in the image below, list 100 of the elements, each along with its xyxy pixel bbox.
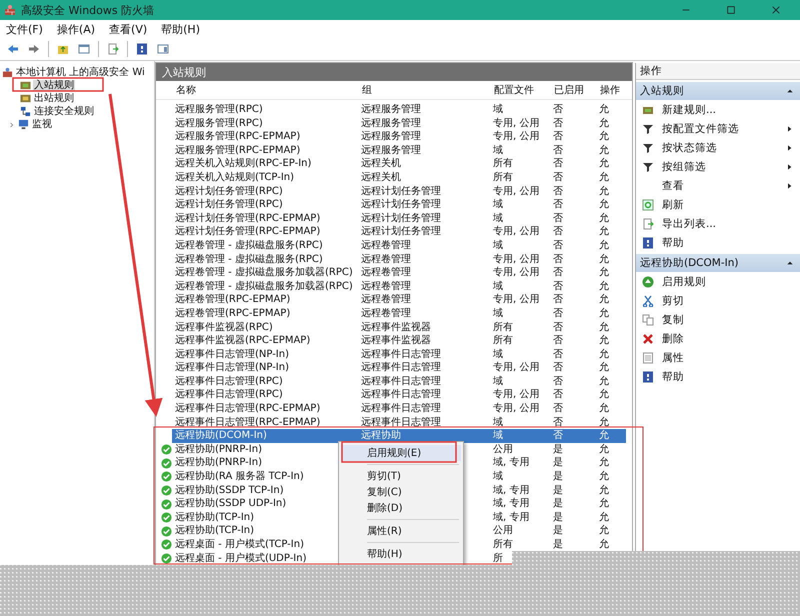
table-cell[interactable]: 远程服务管理(RPC) <box>172 116 358 130</box>
table-cell-text: 公用 <box>492 524 514 538</box>
column-header[interactable]: 组 <box>358 83 490 97</box>
table-cell-text: 允 <box>598 524 610 538</box>
check-icon <box>161 484 172 496</box>
section-header[interactable]: 远程协助(DCOM-In) <box>636 254 800 272</box>
table-cell[interactable]: 远程卷管理(RPC-EPMAP) <box>172 293 358 307</box>
action-item[interactable]: 查看 <box>636 176 800 195</box>
delete-icon <box>642 332 654 344</box>
table-cell: 否 <box>550 429 596 443</box>
menu-item[interactable]: 帮助(H) <box>161 22 200 36</box>
table-cell-text: 允 <box>598 103 610 117</box>
table-cell-text: 否 <box>552 388 564 402</box>
table-cell-text: 域 <box>492 306 504 320</box>
table-cell[interactable]: 远程事件日志管理(NP-In) <box>172 348 358 362</box>
folder-icon <box>57 43 69 55</box>
action-item[interactable]: 属性 <box>636 348 800 367</box>
table-cell-text: 远程卷管理 <box>360 306 412 320</box>
action-item[interactable]: 帮助 <box>636 233 800 252</box>
table-cell-text: 远程卷管理 <box>360 266 412 280</box>
column-header[interactable]: 操作 <box>596 83 626 97</box>
table-cell-text: 允 <box>598 306 610 320</box>
menu-item[interactable]: 查看(V) <box>109 22 148 36</box>
table-cell[interactable]: 远程卷管理 - 虚拟磁盘服务加载器(RPC) <box>172 266 358 280</box>
column-header[interactable]: 名称 <box>172 83 358 97</box>
column-header[interactable]: 配置文件 <box>490 83 550 97</box>
table-cell-text: 域 <box>492 103 504 117</box>
table-cell-text: 是 <box>552 538 564 552</box>
tree-item[interactable]: 出站规则 <box>33 93 75 104</box>
table-cell-text: 专用, 公用 <box>492 184 540 198</box>
table-cell[interactable]: 远程计划任务管理(RPC-EPMAP) <box>172 212 358 226</box>
action-item[interactable]: 剪切 <box>636 291 800 310</box>
menu-item[interactable]: 复制(C) <box>341 484 461 500</box>
table-cell-text: 否 <box>552 252 564 266</box>
table-cell[interactable]: 远程服务管理(RPC) <box>172 103 358 117</box>
table-cell-text: 专用, 公用 <box>492 252 540 266</box>
table-cell[interactable]: 远程事件日志管理(NP-In) <box>172 361 358 375</box>
action-item[interactable]: 删除 <box>636 329 800 348</box>
menu-item[interactable]: 帮助(H) <box>341 546 461 562</box>
table-cell-text: 专用, 公用 <box>492 361 540 375</box>
table-cell[interactable]: 远程关机入站规则(TCP-In) <box>172 170 358 185</box>
table-cell-text: 否 <box>552 198 564 212</box>
table-cell-text: 远程卷管理 <box>360 293 412 307</box>
table-cell-text: 域 <box>492 416 504 430</box>
table-cell[interactable]: 远程计划任务管理(RPC-EPMAP) <box>172 225 358 239</box>
table-cell-text: 否 <box>552 184 564 198</box>
menu-item[interactable]: 剪切(T) <box>341 468 461 484</box>
menu-item[interactable]: 文件(F) <box>6 22 43 36</box>
table-cell[interactable]: 远程事件日志管理(RPC) <box>172 388 358 402</box>
action-item[interactable]: 按状态筛选 <box>636 138 800 157</box>
action-item[interactable]: 按组筛选 <box>636 157 800 176</box>
tree-item[interactable]: 入站规则 <box>33 80 75 91</box>
table-cell[interactable]: 远程服务管理(RPC-EPMAP) <box>172 130 358 144</box>
column-header[interactable]: 已启用 <box>550 83 596 97</box>
table-cell-text: 域 <box>492 280 504 294</box>
copy-icon <box>642 314 654 326</box>
table-cell[interactable]: 远程事件日志管理(RPC-EPMAP) <box>172 416 358 430</box>
table-cell[interactable]: 远程卷管理(RPC-EPMAP) <box>172 306 358 320</box>
action-item[interactable]: 刷新 <box>636 195 800 214</box>
table-cell-text: 域, 专用 <box>492 456 530 470</box>
submenu-arrow-icon <box>786 162 794 170</box>
table-cell[interactable]: 远程事件日志管理(RPC-EPMAP) <box>172 402 358 416</box>
section-header[interactable]: 入站规则 <box>636 82 800 100</box>
table-cell[interactable]: 远程事件日志管理(RPC) <box>172 374 358 388</box>
panel-icon <box>78 43 90 55</box>
tree-item[interactable]: 监视 <box>31 119 53 130</box>
menu-item[interactable]: 属性(R) <box>341 523 461 539</box>
table-cell[interactable]: 远程事件监视器(RPC) <box>172 320 358 334</box>
action-item[interactable]: 帮助 <box>636 367 800 386</box>
table-cell-text: 远程事件日志管理 <box>360 388 442 402</box>
table-cell[interactable]: 远程计划任务管理(RPC) <box>172 184 358 198</box>
table-cell[interactable]: 远程卷管理 - 虚拟磁盘服务加载器(RPC) <box>172 280 358 294</box>
table-cell-text: 专用, 公用 <box>492 130 540 144</box>
action-item[interactable]: 导出列表... <box>636 214 800 233</box>
table-cell[interactable]: 远程卷管理 - 虚拟磁盘服务(RPC) <box>172 252 358 266</box>
action-item[interactable]: 复制 <box>636 310 800 329</box>
table-cell-text: 域 <box>492 144 504 158</box>
menu-item[interactable]: 删除(D) <box>341 500 461 516</box>
table-cell-text: 允 <box>598 334 610 348</box>
menu-item[interactable]: 操作(A) <box>56 22 96 36</box>
panel-icon <box>157 43 169 55</box>
action-item[interactable]: 按配置文件筛选 <box>636 119 800 138</box>
table-cell[interactable]: 远程计划任务管理(RPC) <box>172 198 358 212</box>
tree-item[interactable]: 本地计算机 上的高级安全 Wi <box>15 67 146 78</box>
table-cell-text: 域 <box>492 470 504 484</box>
table-cell[interactable]: 远程服务管理(RPC-EPMAP) <box>172 144 358 158</box>
table-cell[interactable]: 远程协助(DCOM-In) <box>172 429 358 443</box>
table-cell[interactable]: 远程事件监视器(RPC-EPMAP) <box>172 334 358 348</box>
tree-item[interactable]: 连接安全规则 <box>33 106 95 117</box>
check-icon <box>161 552 172 564</box>
action-item[interactable]: 新建规则... <box>636 100 800 119</box>
submenu-arrow-icon <box>786 182 794 190</box>
table-cell[interactable]: 远程卷管理 - 虚拟磁盘服务(RPC) <box>172 238 358 253</box>
action-item[interactable]: 启用规则 <box>636 272 800 291</box>
table-cell-text: 否 <box>552 144 564 158</box>
table-cell-text: 远程事件日志管理 <box>360 361 442 375</box>
table-cell[interactable]: 远程关机入站规则(RPC-EP-In) <box>172 157 358 171</box>
table-cell-text: 域 <box>492 198 504 212</box>
menu-item[interactable]: 启用规则(E) <box>341 445 461 461</box>
check-icon <box>161 512 172 524</box>
